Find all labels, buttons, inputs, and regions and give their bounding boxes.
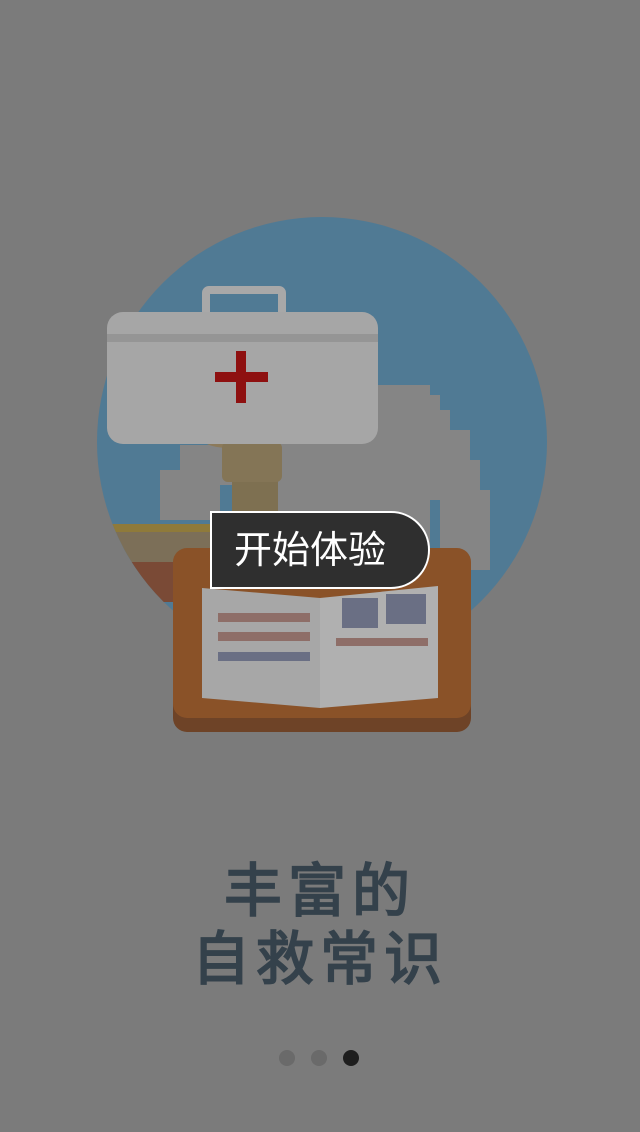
page-indicator — [0, 1050, 640, 1068]
first-aid-kit-icon — [107, 286, 378, 444]
page-dot-2[interactable] — [311, 1050, 327, 1066]
first-aid-illustration — [97, 217, 547, 732]
page-dot-3-active[interactable] — [343, 1050, 359, 1066]
start-experience-button[interactable]: 开始体验 — [210, 511, 430, 589]
headline-line-1: 丰富的 — [223, 857, 416, 925]
headline-line-2: 自救常识 — [191, 925, 448, 993]
page-dot-1[interactable] — [279, 1050, 295, 1066]
onboarding-screen: 开始体验 丰富的 自救常识 — [0, 0, 640, 1132]
